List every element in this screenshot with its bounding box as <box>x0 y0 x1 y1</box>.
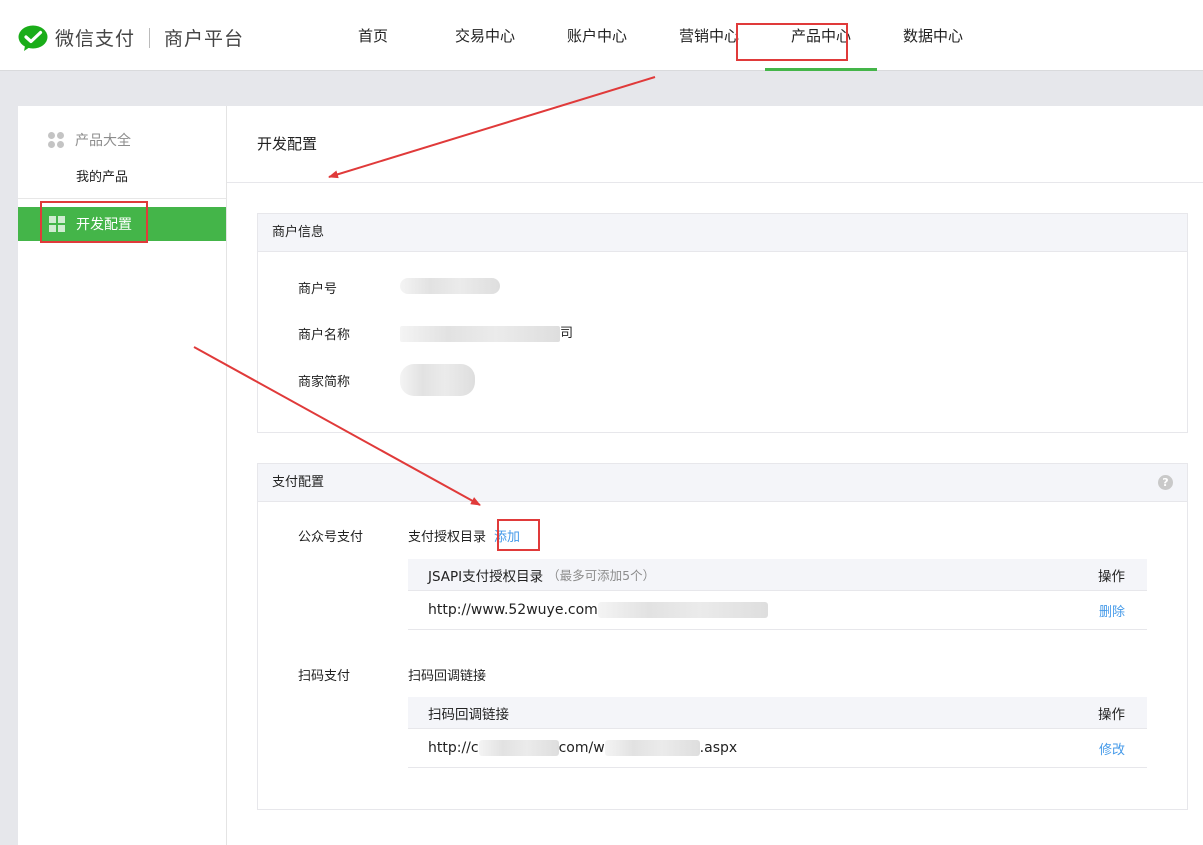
redacted-value <box>604 740 700 756</box>
auth-dir-label: 支付授权目录 <box>408 530 487 545</box>
column-header-callback: 扫码回调链接 <box>428 706 509 723</box>
jsapi-auth-dir-table: JSAPI支付授权目录 （最多可添加5个） 操作 http://www.52wu… <box>408 559 1147 630</box>
logo-text: 微信支付 <box>55 28 136 50</box>
column-hint: （最多可添加5个） <box>547 568 656 583</box>
column-header-op: 操作 <box>1098 568 1125 585</box>
sidebar-item-dev-config[interactable]: 开发配置 <box>18 207 226 241</box>
table-row: http://www.52wuye.com 删除 <box>408 591 1147 630</box>
callback-url-part: com/w <box>558 740 605 756</box>
top-header: 微信支付 商户平台 首页 交易中心 账户中心 营销中心 产品中心 数据中心 <box>0 0 1203 71</box>
main-content: 开发配置 商户信息 商户号 商户名称 司 商家简称 支付配置 ? 公众号支付 支… <box>227 106 1203 845</box>
sidebar-group-products[interactable]: 产品大全 <box>48 130 131 150</box>
merchant-id-label: 商户号 <box>298 282 338 297</box>
edit-link[interactable]: 修改 <box>1099 739 1125 758</box>
delete-link[interactable]: 删除 <box>1099 601 1125 620</box>
nav-data-center[interactable]: 数据中心 <box>877 0 989 71</box>
merchant-name-label: 商户名称 <box>298 328 351 343</box>
payment-config-heading: 支付配置 ? <box>258 464 1187 502</box>
merchant-info-heading: 商户信息 <box>258 214 1187 252</box>
nav-account-center[interactable]: 账户中心 <box>541 0 653 71</box>
title-divider <box>227 182 1203 183</box>
wechat-pay-logo[interactable]: 微信支付 商户平台 <box>18 24 244 51</box>
redacted-value <box>400 364 475 396</box>
jsapi-pay-title: 支付授权目录 添加 <box>408 526 520 545</box>
scan-callback-table: 扫码回调链接 操作 http://c com/w .aspx 修改 <box>408 697 1147 768</box>
redacted-value <box>478 740 559 756</box>
callback-url-part: http://c <box>428 740 479 756</box>
sidebar-item-label: 开发配置 <box>76 217 132 233</box>
payment-config-title: 支付配置 <box>272 475 325 490</box>
table-row: http://c com/w .aspx 修改 <box>408 729 1147 768</box>
wechat-logo-icon <box>18 25 48 51</box>
table-header: 扫码回调链接 操作 <box>408 697 1147 729</box>
redacted-value <box>400 325 560 342</box>
column-header-op: 操作 <box>1098 706 1125 723</box>
sidebar-item-my-products[interactable]: 我的产品 <box>76 166 128 185</box>
nav-trade-center[interactable]: 交易中心 <box>429 0 541 71</box>
merchant-info-panel: 商户信息 商户号 商户名称 司 商家简称 <box>257 213 1188 433</box>
main-nav: 首页 交易中心 账户中心 营销中心 产品中心 数据中心 <box>317 0 989 71</box>
nav-home[interactable]: 首页 <box>317 0 429 71</box>
merchant-name-value: 司 <box>400 322 573 342</box>
merchant-name-suffix: 司 <box>560 326 574 341</box>
sidebar: 产品大全 我的产品 开发配置 <box>18 106 227 845</box>
merchant-short-name-value <box>400 364 475 396</box>
callback-url-part: .aspx <box>699 740 738 756</box>
scan-pay-label: 扫码支付 <box>298 669 351 684</box>
product-grid-icon <box>48 131 65 149</box>
jsapi-pay-label: 公众号支付 <box>298 530 364 545</box>
config-grid-icon <box>49 215 66 233</box>
table-header: JSAPI支付授权目录 （最多可添加5个） 操作 <box>408 559 1147 591</box>
sidebar-group-label: 产品大全 <box>75 133 131 149</box>
page-title: 开发配置 <box>257 135 318 153</box>
scan-pay-title: 扫码回调链接 <box>408 669 487 684</box>
sidebar-divider <box>18 198 226 199</box>
merchant-short-name-label: 商家简称 <box>298 375 351 390</box>
redacted-value <box>400 278 500 294</box>
add-auth-dir-link[interactable]: 添加 <box>494 530 520 545</box>
merchant-id-value <box>400 278 500 294</box>
nav-product-center[interactable]: 产品中心 <box>765 0 877 71</box>
column-header-jsapi: JSAPI支付授权目录 <box>428 568 544 585</box>
nav-marketing-center[interactable]: 营销中心 <box>653 0 765 71</box>
redacted-value <box>597 602 768 618</box>
auth-dir-url: http://www.52wuye.com <box>428 602 598 618</box>
logo-separator <box>149 27 151 48</box>
logo-subtitle: 商户平台 <box>164 28 245 50</box>
payment-config-panel: 支付配置 ? 公众号支付 支付授权目录 添加 JSAPI支付授权目录 （最多可添加… <box>257 463 1188 810</box>
help-icon[interactable]: ? <box>1158 475 1173 490</box>
